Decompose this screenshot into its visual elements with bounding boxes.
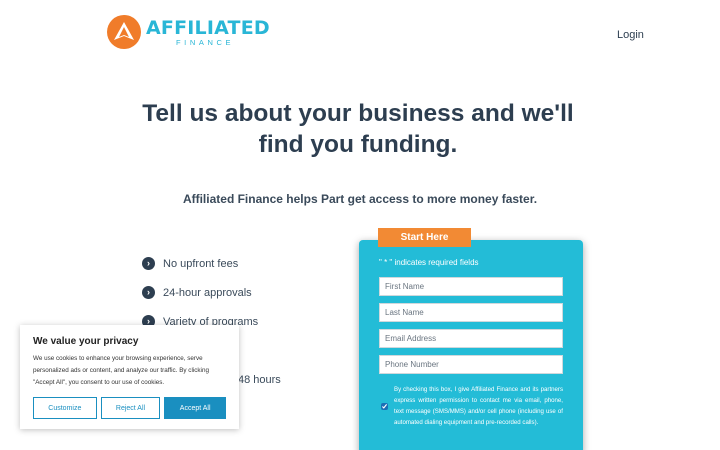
accept-all-button[interactable]: Accept All (164, 397, 226, 419)
feature-item: › 24-hour approvals (142, 278, 281, 307)
consent-row: By checking this box, I give Affiliated … (379, 384, 563, 428)
chevron-right-circle-icon: › (142, 286, 155, 299)
headline-line-1: Tell us about your business and we'll (142, 100, 574, 127)
cookie-actions: Customize Reject All Accept All (33, 397, 226, 419)
required-star: " * " (379, 258, 393, 267)
phone-field[interactable] (379, 355, 563, 374)
email-field[interactable] (379, 329, 563, 348)
logo-mark-icon (107, 15, 141, 49)
brand-logo[interactable]: AFFILIATED FINANCE (107, 15, 270, 49)
start-here-button[interactable]: Start Here (378, 228, 471, 247)
cookie-consent-banner: We value your privacy We use cookies to … (20, 325, 239, 429)
reject-all-button[interactable]: Reject All (100, 397, 161, 419)
chevron-right-circle-icon: › (142, 257, 155, 270)
hero-subline: Affiliated Finance helps Part get access… (182, 192, 538, 206)
cookie-title: We value your privacy (33, 336, 139, 347)
feature-label: 24-hour approvals (163, 286, 252, 299)
logo-wordmark: AFFILIATED (146, 16, 270, 39)
last-name-field[interactable] (379, 303, 563, 322)
customize-button[interactable]: Customize (33, 397, 97, 419)
cookie-body: We use cookies to enhance your browsing … (33, 355, 209, 386)
lead-form: " * " indicates required fields By check… (359, 240, 583, 450)
feature-label: No upfront fees (163, 257, 239, 270)
feature-item: › No upfront fees (142, 249, 281, 278)
login-link[interactable]: Login (617, 29, 644, 41)
required-fields-note: " * " indicates required fields (379, 258, 563, 267)
headline-line-2: find you funding. (258, 131, 458, 158)
logo-subtitle: FINANCE (176, 37, 235, 47)
first-name-field[interactable] (379, 277, 563, 296)
consent-text: By checking this box, I give Affiliated … (394, 386, 563, 426)
required-note-text: indicates required fields (392, 258, 479, 267)
consent-checkbox[interactable] (381, 403, 388, 410)
feature-label: 48 hours (238, 373, 281, 386)
page-headline: Tell us about your business and we'll fi… (0, 98, 716, 160)
